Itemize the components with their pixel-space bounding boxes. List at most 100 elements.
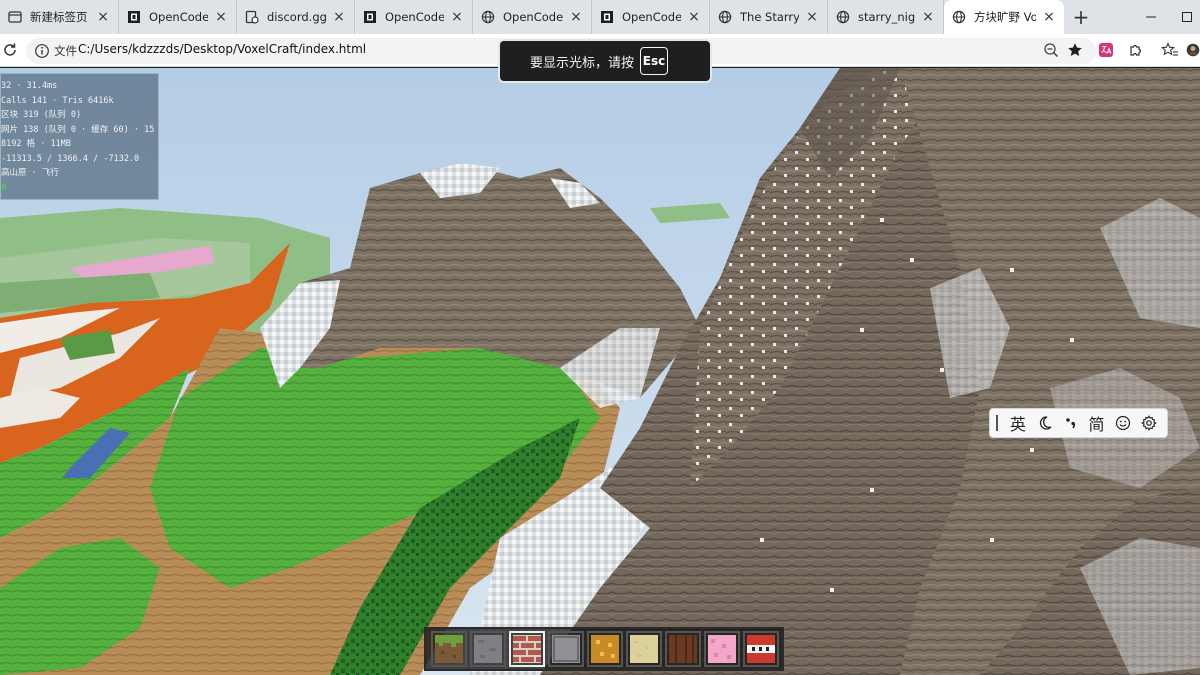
hotbar-slot-stone[interactable] (470, 631, 506, 667)
punctuation-icon[interactable] (1062, 414, 1079, 432)
close-icon[interactable]: × (332, 10, 346, 24)
profile-avatar[interactable] (1186, 40, 1200, 60)
reload-icon (4, 43, 16, 56)
opencode-icon (600, 10, 614, 24)
tab-opencode-mi[interactable]: OpenCode · Mi × (473, 0, 592, 34)
debug-overlay: 32 · 31.4ms Calls 141 · Tris 6416k 区块 31… (0, 73, 159, 200)
hotbar (424, 627, 784, 671)
url-text[interactable]: C:/Users/kdzzzds/Desktop/VoxelCraft/inde… (78, 42, 366, 56)
avatar-icon (1186, 43, 1200, 57)
pink-block-icon (708, 635, 736, 663)
globe-icon (481, 10, 495, 24)
globe-icon (718, 10, 732, 24)
debug-line-biome: 高山原 · 飞行 (1, 168, 59, 178)
cobblestone-block-icon (552, 635, 580, 663)
pointer-lock-toast: 要显示光标，请按 Esc (498, 39, 712, 83)
game-viewport[interactable] (0, 68, 1200, 675)
emoji-icon[interactable] (1114, 414, 1131, 432)
translate-extension-button[interactable] (1096, 40, 1116, 60)
close-icon[interactable]: × (805, 10, 819, 24)
wood-block-icon (669, 635, 697, 663)
tab-starry-night[interactable]: The Starry Night × (710, 0, 828, 34)
tab-new-tab-page[interactable]: 新建标签页 × (0, 0, 119, 34)
debug-line-drawcalls: Calls 141 · Tris 6416k (1, 95, 114, 106)
tab-opencode-3[interactable]: OpenCode × (592, 0, 710, 34)
ime-drag-handle[interactable] (996, 415, 998, 431)
tab-label: starry_night.svg (858, 10, 915, 24)
gear-icon[interactable] (1141, 414, 1158, 432)
star-filled-icon (1068, 43, 1082, 56)
zoom-out-icon (1044, 43, 1059, 58)
debug-line-position: -11313.5 / 1366.4 / -7132.0 (1, 153, 140, 164)
close-icon[interactable]: × (569, 10, 583, 24)
hotbar-slot-wood[interactable] (665, 631, 701, 667)
grass-block-icon (435, 635, 463, 663)
scheme-label: 文件 (54, 44, 77, 58)
ime-script-toggle[interactable]: 简 (1088, 411, 1104, 435)
minimize-button[interactable] (1128, 0, 1174, 34)
maximize-button[interactable] (1174, 0, 1200, 34)
bookmark-button[interactable] (1065, 40, 1085, 60)
tab-voxelcraft[interactable]: 方块旷野 VoxelC × (944, 0, 1064, 34)
close-icon[interactable]: × (1042, 10, 1056, 24)
hotbar-slot-sand[interactable] (626, 631, 662, 667)
minimize-icon (1146, 16, 1156, 18)
extensions-button[interactable] (1126, 40, 1146, 60)
info-icon[interactable] (34, 43, 50, 59)
gold-ore-block-icon (591, 635, 619, 663)
debug-line-extra: 0 (1, 182, 7, 193)
tab-discord[interactable]: discord.gg × (237, 0, 355, 34)
tab-opencode-1[interactable]: OpenCode × (119, 0, 237, 34)
new-tab-page-icon (8, 10, 22, 24)
debug-line-chunks: 区块 319 (队列 0) (1, 110, 82, 120)
tab-label: discord.gg (267, 10, 326, 24)
brick-block-icon (513, 635, 541, 663)
hotbar-slot-brick[interactable] (509, 631, 545, 667)
stone-block-icon (474, 635, 502, 663)
tab-label: 方块旷野 VoxelC (974, 10, 1036, 24)
discord-icon (245, 10, 259, 24)
tab-label: OpenCode (622, 10, 681, 24)
hotbar-slot-pink-block[interactable] (704, 631, 740, 667)
close-icon[interactable]: × (921, 10, 935, 24)
tab-label: OpenCode (149, 10, 208, 24)
moon-icon[interactable] (1036, 414, 1053, 432)
close-icon[interactable]: × (214, 10, 228, 24)
esc-key-badge: Esc (640, 47, 669, 75)
debug-line-memory: 8192 格 · 11MB (1, 139, 71, 149)
tab-label: OpenCode (385, 10, 444, 24)
reload-button[interactable] (0, 40, 20, 60)
debug-line-meshes: 网片 138 (队列 0 · 缓存 60) · 15 (1, 124, 155, 135)
toast-message: 要显示光标，请按 (530, 55, 635, 71)
favorites-button[interactable] (1160, 40, 1180, 60)
sand-block-icon (630, 635, 658, 663)
tab-starry-night-svg[interactable]: starry_night.svg × (828, 0, 944, 34)
close-icon[interactable]: × (450, 10, 464, 24)
close-icon[interactable]: × (687, 10, 701, 24)
hotbar-slot-cobblestone[interactable] (548, 631, 584, 667)
maximize-icon (1182, 12, 1192, 22)
new-tab-button[interactable]: + (1064, 0, 1098, 34)
puzzle-icon (1130, 44, 1142, 56)
tab-label: OpenCode · Mi (503, 10, 563, 24)
favorites-icon (1161, 42, 1178, 56)
opencode-icon (363, 10, 377, 24)
tab-label: 新建标签页 (30, 10, 88, 24)
globe-icon (952, 10, 966, 24)
voxel-terrain-scene (0, 68, 1200, 675)
opencode-icon (127, 10, 141, 24)
tab-strip: 新建标签页 × OpenCode × discord.gg × OpenCode… (0, 0, 1200, 34)
tnt-block-icon (747, 635, 775, 663)
hotbar-slot-gold-ore[interactable] (587, 631, 623, 667)
ime-language-toggle[interactable]: 英 (1010, 411, 1026, 435)
hotbar-slot-grass[interactable] (431, 631, 467, 667)
close-icon[interactable]: × (96, 10, 110, 24)
tab-label: The Starry Night (740, 10, 799, 24)
translate-extension-icon (1099, 43, 1113, 57)
zoom-button[interactable] (1041, 40, 1061, 60)
ime-toolbar: 英 简 (989, 408, 1168, 438)
debug-line-fps: 32 · 31.4ms (1, 81, 58, 91)
tab-opencode-2[interactable]: OpenCode × (355, 0, 473, 34)
globe-icon (836, 10, 850, 24)
hotbar-slot-tnt[interactable] (743, 631, 779, 667)
